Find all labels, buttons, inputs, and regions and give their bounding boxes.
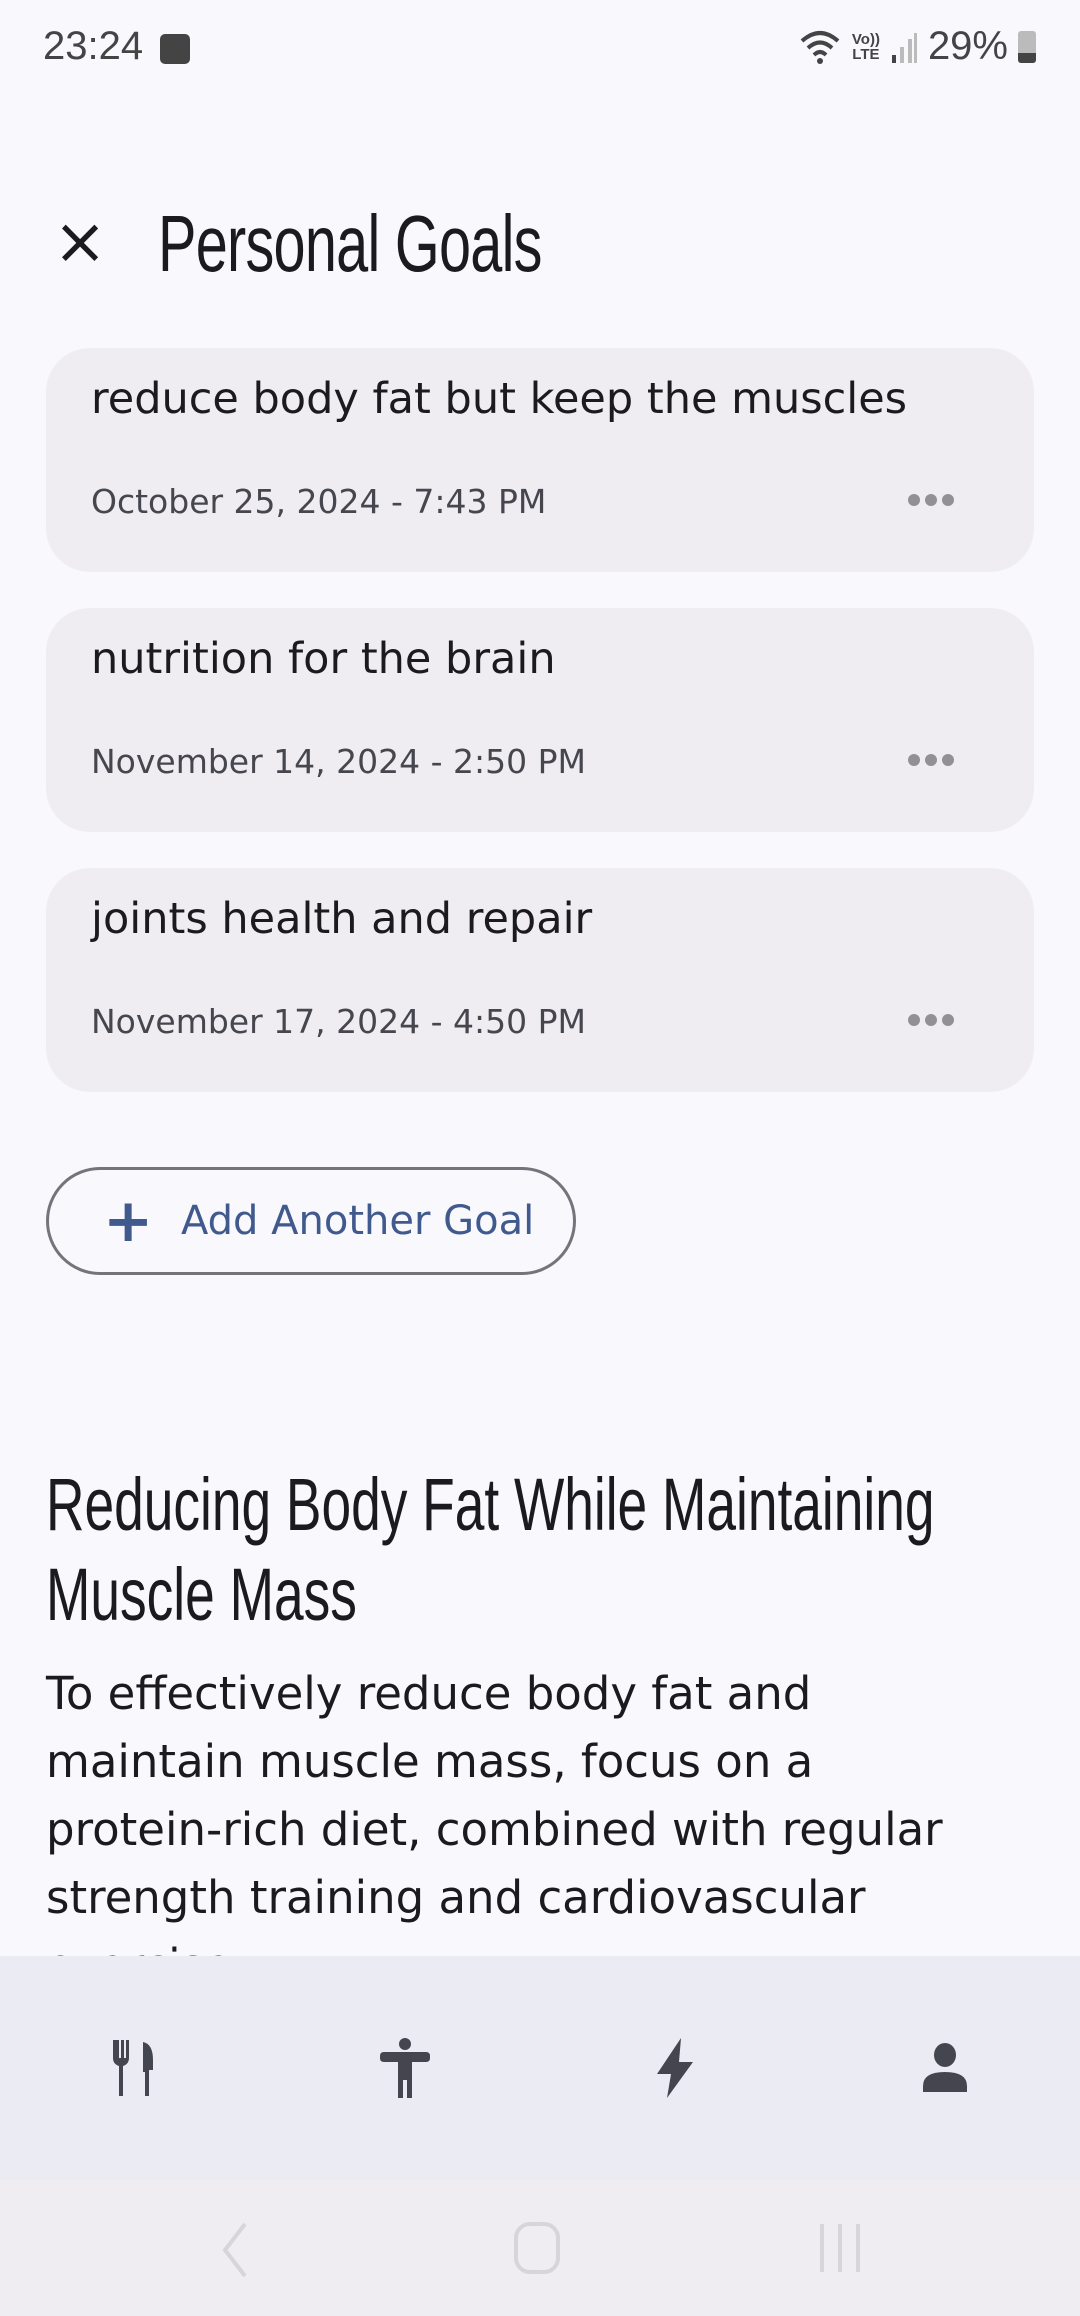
more-options-icon[interactable] — [908, 1014, 954, 1026]
user-icon — [923, 2043, 967, 2092]
goal-date: October 25, 2024 - 7:43 PM — [91, 482, 547, 521]
volte-label: Vo)) — [851, 30, 880, 48]
goal-title: reduce body fat but keep the muscles — [91, 374, 908, 424]
battery-icon — [1018, 30, 1036, 63]
close-icon[interactable]: × — [50, 210, 110, 274]
nav-profile[interactable] — [885, 2008, 1005, 2128]
nav-energy[interactable] — [615, 2008, 735, 2128]
nav-exercise[interactable] — [345, 2008, 465, 2128]
article-title: Reducing Body Fat While Maintaining Musc… — [46, 1463, 935, 1636]
goal-card[interactable]: nutrition for the brain November 14, 202… — [46, 608, 1034, 832]
image-icon — [160, 34, 190, 64]
goal-date: November 17, 2024 - 4:50 PM — [91, 1002, 586, 1041]
plus-icon: + — [103, 1186, 154, 1256]
article-body: To effectively reduce body fat and maint… — [46, 1667, 943, 1992]
recents-icon[interactable] — [816, 2220, 866, 2276]
wifi-icon — [800, 30, 840, 64]
more-options-icon[interactable] — [908, 754, 954, 766]
goal-title: joints health and repair — [91, 894, 593, 944]
battery-percent: 29% — [927, 24, 1008, 68]
page-title: Personal Goals — [158, 199, 542, 288]
status-icons: Vo)) LTE 29% — [798, 24, 1036, 69]
signal-icon — [891, 32, 917, 63]
system-nav-bar — [0, 2180, 1080, 2316]
fork-knife-icon — [113, 2040, 153, 2096]
lightning-icon — [657, 2038, 693, 2098]
more-options-icon[interactable] — [908, 494, 954, 506]
page-header: × Personal Goals — [0, 190, 1080, 300]
back-icon[interactable] — [215, 2220, 255, 2280]
status-time: 23:24 — [43, 24, 144, 68]
goal-date: November 14, 2024 - 2:50 PM — [91, 742, 586, 781]
status-bar: 23:24 Vo)) LTE 29% — [0, 0, 1080, 100]
home-icon[interactable] — [512, 2220, 564, 2276]
add-goal-label: Add Another Goal — [181, 1198, 535, 1244]
goal-card[interactable]: reduce body fat but keep the muscles Oct… — [46, 348, 1034, 572]
goal-title: nutrition for the brain — [91, 634, 556, 684]
goal-card[interactable]: joints health and repair November 17, 20… — [46, 868, 1034, 1092]
nav-nutrition[interactable] — [75, 2008, 195, 2128]
volte-icon: Vo)) LTE — [852, 32, 880, 62]
person-icon — [380, 2038, 430, 2098]
bottom-nav — [0, 1956, 1080, 2180]
lte-label: LTE — [852, 45, 880, 63]
add-goal-button[interactable]: + Add Another Goal — [46, 1167, 576, 1275]
